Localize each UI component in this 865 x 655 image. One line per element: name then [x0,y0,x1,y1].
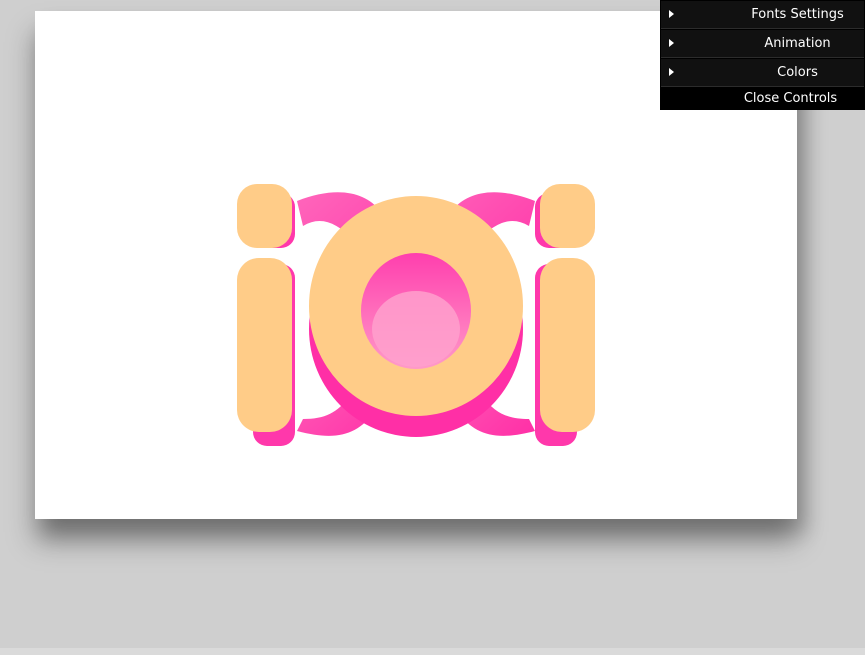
dat-gui-panel[interactable]: Fonts Settings Animation Colors Close Co… [660,0,865,110]
page-bottom-edge [0,648,865,655]
folder-title: Animation [764,36,831,51]
folder-animation[interactable]: Animation [661,30,864,58]
3d-text-front [237,184,595,432]
folder-fonts-settings[interactable]: Fonts Settings [661,1,864,29]
folder-title: Fonts Settings [751,7,844,22]
close-controls-label: Close Controls [743,91,838,106]
caret-right-icon [669,68,674,76]
close-controls-button[interactable]: Close Controls [661,89,864,109]
folder-title: Colors [777,65,818,80]
caret-right-icon [669,10,674,18]
caret-right-icon [669,39,674,47]
folder-colors[interactable]: Colors [661,59,864,87]
